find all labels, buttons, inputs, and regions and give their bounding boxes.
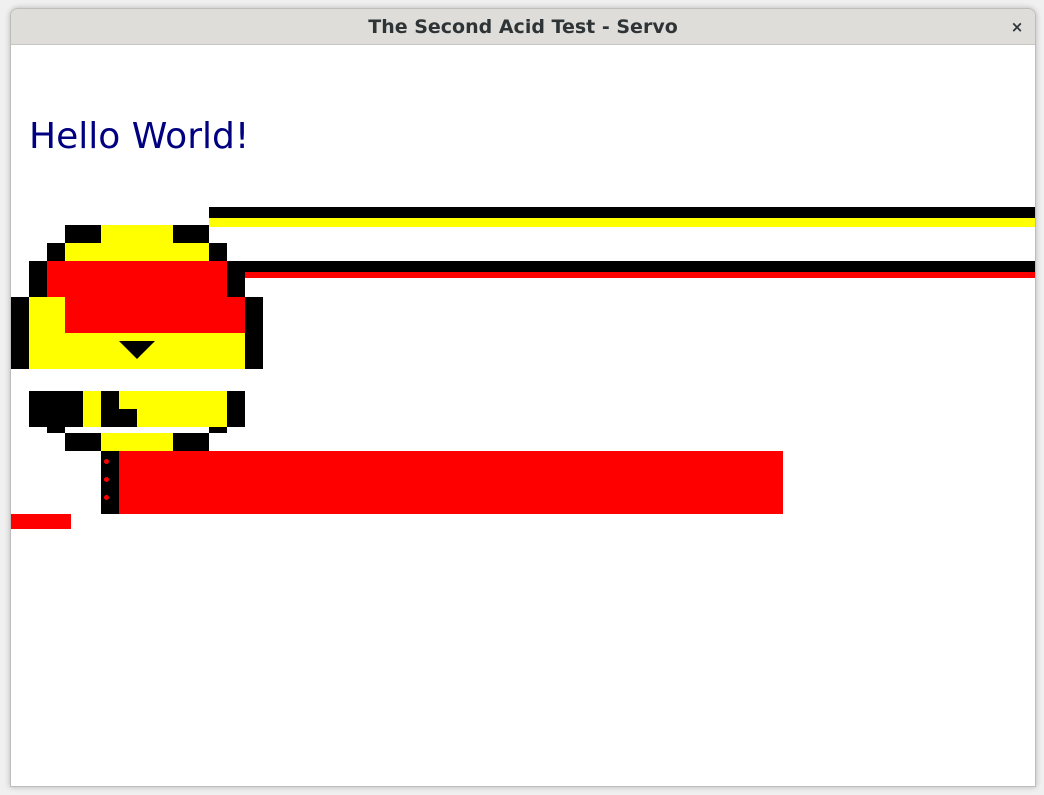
top-black-stripe bbox=[209, 207, 1035, 218]
smile-left-black bbox=[29, 391, 83, 427]
nose-red-block bbox=[65, 297, 245, 333]
smile-yellow-right bbox=[119, 391, 227, 409]
cheek-left bbox=[29, 297, 65, 333]
eyes-red-block bbox=[47, 261, 227, 297]
bottom-left-red-bar bbox=[11, 514, 71, 529]
face-outline-row2-left bbox=[47, 243, 65, 261]
list-bullet-3 bbox=[104, 495, 109, 500]
close-button[interactable]: × bbox=[1007, 17, 1027, 37]
middle-red-stripe bbox=[245, 272, 1035, 278]
chin-outline-right bbox=[209, 427, 227, 433]
page-viewport: Hello World! bbox=[11, 46, 1035, 786]
title-bar[interactable]: The Second Acid Test - Servo × bbox=[11, 9, 1035, 45]
smile-right-black bbox=[227, 391, 245, 427]
face-outline-nose-left bbox=[11, 297, 29, 369]
top-yellow-stripe bbox=[209, 218, 1035, 227]
face-outline-eyes-left bbox=[29, 261, 47, 297]
face-outline-eyes-right bbox=[227, 261, 245, 297]
smile-black-notch bbox=[119, 409, 137, 427]
face-outline-top-right bbox=[173, 225, 209, 243]
window-title: The Second Acid Test - Servo bbox=[368, 16, 678, 38]
chin bbox=[101, 433, 173, 451]
face-outline-nose-right bbox=[245, 297, 263, 369]
chin-outline-bottom-left bbox=[65, 433, 101, 451]
browser-window: The Second Acid Test - Servo × Hello Wor… bbox=[10, 8, 1036, 787]
face-row2 bbox=[65, 243, 209, 261]
nose-icon bbox=[119, 341, 155, 359]
list-bullet-1 bbox=[104, 459, 109, 464]
chin-outline-bottom-right bbox=[173, 433, 209, 451]
chin-outline-left bbox=[47, 427, 65, 433]
list-bullet-2 bbox=[104, 477, 109, 482]
smile-yellow-left bbox=[83, 391, 101, 427]
face-outline-top-left bbox=[65, 225, 101, 243]
smile-yellow-right-lower bbox=[137, 409, 227, 427]
middle-black-stripe bbox=[245, 261, 1035, 272]
hello-world-heading: Hello World! bbox=[29, 116, 250, 157]
smile-black-center bbox=[101, 391, 119, 427]
face-outline-row2-right bbox=[209, 243, 227, 261]
large-red-block bbox=[119, 451, 783, 514]
face-top bbox=[101, 225, 173, 243]
